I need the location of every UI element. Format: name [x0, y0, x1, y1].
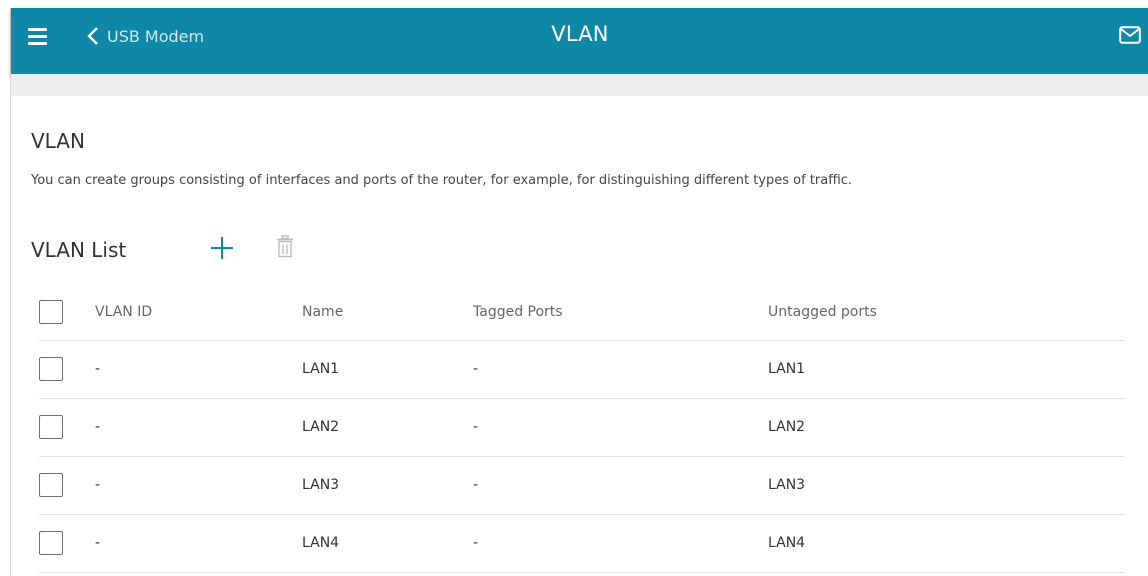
vlan-id-cell: -	[95, 535, 101, 551]
vlan-id-cell: -	[95, 361, 101, 377]
untagged-ports-cell: LAN1	[768, 361, 806, 377]
table-row[interactable]: - LAN2 - LAN2	[39, 399, 1125, 457]
vlan-id-cell: -	[95, 419, 101, 435]
vlan-list-title: VLAN List	[31, 238, 127, 262]
untagged-ports-cell: LAN4	[768, 535, 806, 551]
sub-header-bar	[11, 74, 1148, 96]
column-header-tagged-ports[interactable]: Tagged Ports	[473, 284, 563, 340]
name-cell: LAN3	[302, 477, 340, 493]
row-checkbox[interactable]	[39, 531, 63, 555]
tagged-ports-cell: -	[473, 535, 479, 551]
table-header-row: VLAN ID Name Tagged Ports Untagged ports	[39, 284, 1125, 341]
plus-icon	[211, 237, 233, 259]
row-checkbox[interactable]	[39, 473, 63, 497]
untagged-ports-cell: LAN2	[768, 419, 806, 435]
name-cell: LAN4	[302, 535, 340, 551]
row-checkbox[interactable]	[39, 415, 63, 439]
tagged-ports-cell: -	[473, 477, 479, 493]
untagged-ports-cell: LAN3	[768, 477, 806, 493]
section-title: VLAN	[31, 129, 85, 153]
table-row[interactable]: - LAN1 - LAN1	[39, 341, 1125, 399]
tagged-ports-cell: -	[473, 419, 479, 435]
tagged-ports-cell: -	[473, 361, 479, 377]
select-all-checkbox[interactable]	[39, 300, 63, 324]
top-bar: USB Modem VLAN	[11, 8, 1148, 74]
add-vlan-button[interactable]	[209, 235, 235, 261]
name-cell: LAN1	[302, 361, 340, 377]
vlan-id-cell: -	[95, 477, 101, 493]
column-header-name[interactable]: Name	[302, 284, 343, 340]
delete-vlan-button[interactable]	[275, 235, 295, 259]
vlan-table: VLAN ID Name Tagged Ports Untagged ports…	[39, 284, 1125, 573]
name-cell: LAN2	[302, 419, 340, 435]
page-title: VLAN	[551, 22, 609, 46]
table-row[interactable]: - LAN4 - LAN4	[39, 515, 1125, 573]
app-window: USB Modem VLAN VLAN You can create group…	[10, 8, 1148, 576]
row-checkbox[interactable]	[39, 357, 63, 381]
mail-icon[interactable]	[1119, 26, 1141, 44]
column-header-vlan-id[interactable]: VLAN ID	[95, 284, 152, 340]
column-header-untagged-ports[interactable]: Untagged ports	[768, 284, 877, 340]
table-row[interactable]: - LAN3 - LAN3	[39, 457, 1125, 515]
section-description: You can create groups consisting of inte…	[31, 173, 853, 188]
trash-icon	[277, 235, 293, 258]
